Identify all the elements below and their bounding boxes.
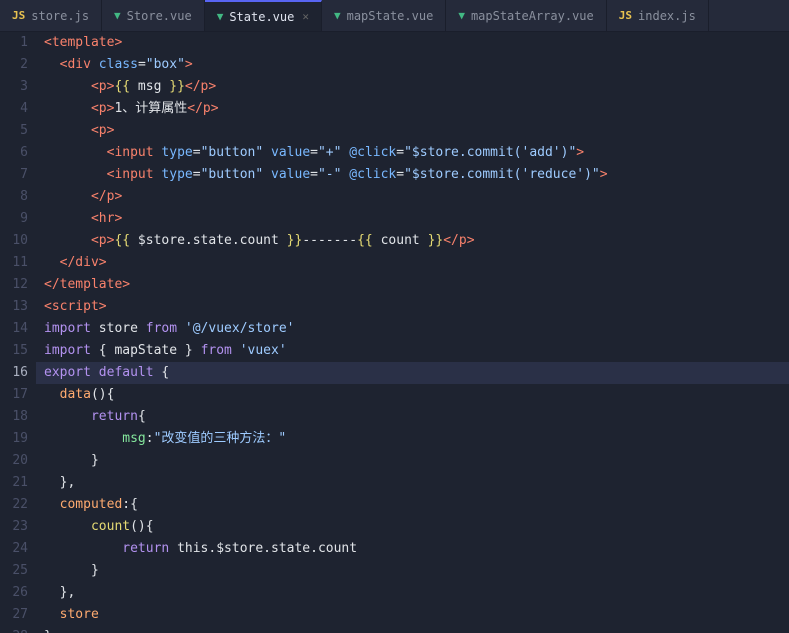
code-line-20: }	[36, 450, 789, 472]
line-num-23: 23	[0, 516, 28, 538]
code-line-11: </div>	[36, 252, 789, 274]
tab-index-js[interactable]: JS index.js	[607, 0, 709, 31]
close-icon[interactable]: ✕	[302, 10, 309, 23]
line-num-11: 11	[0, 252, 28, 274]
line-num-25: 25	[0, 560, 28, 582]
line-num-18: 18	[0, 406, 28, 428]
tab-mapstatearray-vue[interactable]: ▼ mapStateArray.vue	[446, 0, 606, 31]
code-line-21: },	[36, 472, 789, 494]
editor-area: 1 2 3 4 5 6 7 8 9 10 11 12 13 14 15 16 1…	[0, 32, 789, 633]
code-line-23: count(){	[36, 516, 789, 538]
tab-store-js[interactable]: JS store.js	[0, 0, 102, 31]
code-line-26: },	[36, 582, 789, 604]
code-line-12: </template>	[36, 274, 789, 296]
line-num-10: 10	[0, 230, 28, 252]
vue-icon: ▼	[334, 9, 341, 22]
code-line-28: }	[36, 626, 789, 633]
line-num-14: 14	[0, 318, 28, 340]
line-num-7: 7	[0, 164, 28, 186]
line-num-21: 21	[0, 472, 28, 494]
code-line-18: return{	[36, 406, 789, 428]
tab-label: mapState.vue	[347, 9, 434, 23]
line-num-5: 5	[0, 120, 28, 142]
line-num-28: 28	[0, 626, 28, 633]
line-num-26: 26	[0, 582, 28, 604]
tab-label: State.vue	[229, 10, 294, 24]
line-num-2: 2	[0, 54, 28, 76]
line-num-1: 1	[0, 32, 28, 54]
code-line-10: <p>{{ $store.state.count }}-------{{ cou…	[36, 230, 789, 252]
line-num-19: 19	[0, 428, 28, 450]
code-line-7: <input type="button" value="-" @click="$…	[36, 164, 789, 186]
line-num-20: 20	[0, 450, 28, 472]
js-icon: JS	[12, 9, 25, 22]
tab-label: store.js	[31, 9, 89, 23]
code-line-22: computed:{	[36, 494, 789, 516]
code-line-27: store	[36, 604, 789, 626]
line-num-15: 15	[0, 340, 28, 362]
line-num-6: 6	[0, 142, 28, 164]
code-line-4: <p>1、计算属性</p>	[36, 98, 789, 120]
code-line-17: data(){	[36, 384, 789, 406]
code-line-25: }	[36, 560, 789, 582]
line-num-22: 22	[0, 494, 28, 516]
tab-mapstate-vue[interactable]: ▼ mapState.vue	[322, 0, 446, 31]
code-line-15: import { mapState } from 'vuex'	[36, 340, 789, 362]
code-line-3: <p>{{ msg }}</p>	[36, 76, 789, 98]
tab-state-vue[interactable]: ▼ State.vue ✕	[205, 0, 322, 31]
tab-bar: JS store.js ▼ Store.vue ▼ State.vue ✕ ▼ …	[0, 0, 789, 32]
code-line-24: return this.$store.state.count	[36, 538, 789, 560]
code-line-2: <div class="box">	[36, 54, 789, 76]
code-line-13: <script>	[36, 296, 789, 318]
code-line-5: <p>	[36, 120, 789, 142]
code-line-6: <input type="button" value="+" @click="$…	[36, 142, 789, 164]
line-num-27: 27	[0, 604, 28, 626]
code-line-9: <hr>	[36, 208, 789, 230]
code-line-8: </p>	[36, 186, 789, 208]
vue-icon: ▼	[458, 9, 465, 22]
vue-icon: ▼	[217, 10, 224, 23]
tab-label: index.js	[638, 9, 696, 23]
code-line-19: msg:"改变值的三种方法："	[36, 428, 789, 450]
tab-label: Store.vue	[127, 9, 192, 23]
code-line-16: export default {	[36, 362, 789, 384]
line-num-9: 9	[0, 208, 28, 230]
line-num-13: 13	[0, 296, 28, 318]
line-num-17: 17	[0, 384, 28, 406]
line-num-12: 12	[0, 274, 28, 296]
line-num-8: 8	[0, 186, 28, 208]
code-editor[interactable]: <template> <div class="box"> <p>{{ msg }…	[36, 32, 789, 633]
code-line-1: <template>	[36, 32, 789, 54]
line-num-24: 24	[0, 538, 28, 560]
line-num-4: 4	[0, 98, 28, 120]
code-line-14: import store from '@/vuex/store'	[36, 318, 789, 340]
line-num-3: 3	[0, 76, 28, 98]
line-num-16: 16	[0, 362, 28, 384]
tab-store-vue[interactable]: ▼ Store.vue	[102, 0, 205, 31]
vue-icon: ▼	[114, 9, 121, 22]
js-icon: JS	[619, 9, 632, 22]
line-numbers: 1 2 3 4 5 6 7 8 9 10 11 12 13 14 15 16 1…	[0, 32, 36, 633]
tab-label: mapStateArray.vue	[471, 9, 594, 23]
